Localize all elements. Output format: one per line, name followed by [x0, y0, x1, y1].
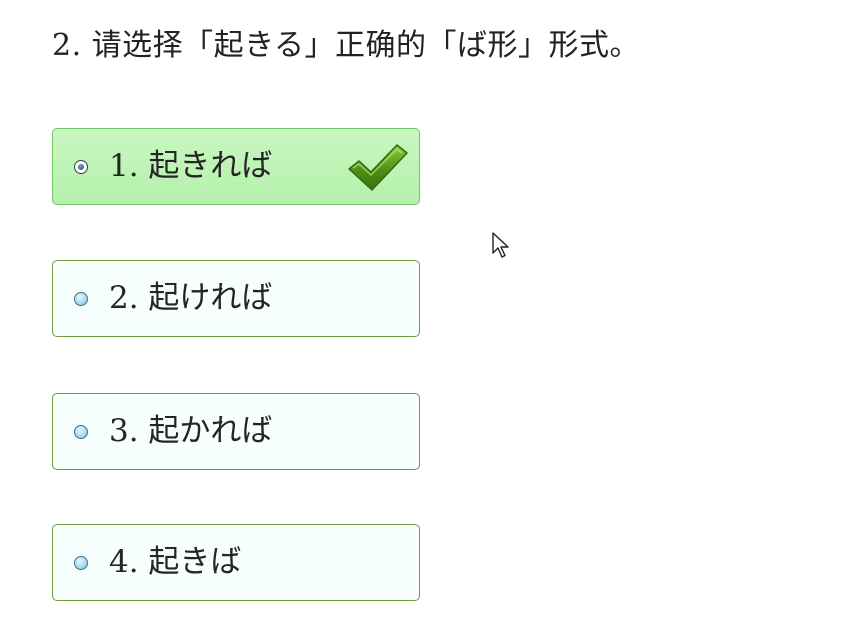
- answer-option-3[interactable]: 3. 起かれば: [52, 393, 420, 470]
- answer-option-label: 1. 起きれば: [109, 148, 273, 184]
- answer-option-2[interactable]: 2. 起ければ: [52, 260, 420, 337]
- answer-option-1[interactable]: 1. 起きれば: [52, 128, 420, 205]
- mouse-cursor-icon: [492, 232, 509, 258]
- radio-button-icon[interactable]: [74, 556, 88, 570]
- answer-option-label: 3. 起かれば: [109, 413, 273, 449]
- radio-button-icon[interactable]: [74, 425, 88, 439]
- check-mark-icon: [348, 144, 408, 191]
- radio-button-icon[interactable]: [74, 292, 88, 306]
- answer-option-label: 4. 起きば: [109, 544, 242, 580]
- answer-option-4[interactable]: 4. 起きば: [52, 524, 420, 601]
- question-text: 2. 请选择「起きる」正确的「ば形」形式。: [52, 28, 641, 63]
- answer-option-label: 2. 起ければ: [109, 280, 273, 316]
- radio-button-icon[interactable]: [74, 160, 88, 174]
